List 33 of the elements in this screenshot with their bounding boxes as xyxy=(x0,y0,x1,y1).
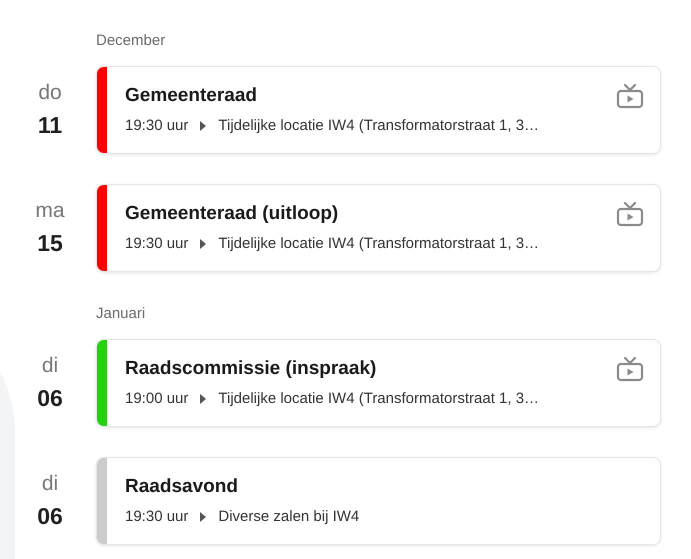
weekday-label: ma xyxy=(35,198,65,224)
tv-play-icon xyxy=(616,201,644,227)
event-card[interactable]: Gemeenteraad 19:30 uur Tijdelijke locatie IW4 (Transformatorstraat 1, 3… xyxy=(96,66,661,154)
event-location: Tijdelijke locatie IW4 (Transformatorstraat 1, 3… xyxy=(218,234,540,254)
day-number: 15 xyxy=(37,229,63,258)
event-title: Gemeenteraad (uitloop) xyxy=(125,202,338,226)
caret-right-icon xyxy=(200,121,206,132)
event-title: Raadsavond xyxy=(125,475,238,499)
event-card[interactable]: Gemeenteraad (uitloop) 19:30 uur Tijdelijke locatie IW4 (Transformatorstraat 1, 3… xyxy=(96,184,661,272)
tv-play-icon xyxy=(616,356,644,382)
day-number: 06 xyxy=(37,502,63,531)
weekday-label: di xyxy=(42,471,58,497)
month-heading: Januari xyxy=(96,304,146,324)
event-time: 19:00 uur xyxy=(125,389,188,409)
weekday-label: di xyxy=(42,353,58,379)
event-card[interactable]: Raadscommissie (inspraak) 19:00 uur Tijdelijke locatie IW4 (Transformatorstraat 1, 3… xyxy=(96,339,661,427)
month-heading: December xyxy=(96,31,166,51)
event-location: Diverse zalen bij IW4 xyxy=(218,507,360,527)
caret-right-icon xyxy=(200,239,206,250)
event-time: 19:30 uur xyxy=(125,116,188,136)
weekday-label: do xyxy=(38,80,62,106)
event-location: Tijdelijke locatie IW4 (Transformatorstraat 1, 3… xyxy=(218,116,540,136)
event-time: 19:30 uur xyxy=(125,234,188,254)
caret-right-icon xyxy=(200,512,206,522)
event-card[interactable]: Raadsavond 19:30 uur Diverse zalen bij IW4 xyxy=(96,457,661,545)
event-title: Gemeenteraad xyxy=(125,84,258,108)
event-title: Raadscommissie (inspraak) xyxy=(125,357,376,381)
event-location: Tijdelijke locatie IW4 (Transformatorstraat 1, 3… xyxy=(218,389,540,409)
day-number: 11 xyxy=(38,111,62,140)
day-number: 06 xyxy=(37,384,63,413)
caret-right-icon xyxy=(200,394,206,404)
event-time: 19:30 uur xyxy=(125,507,188,527)
tv-play-icon xyxy=(616,83,644,109)
